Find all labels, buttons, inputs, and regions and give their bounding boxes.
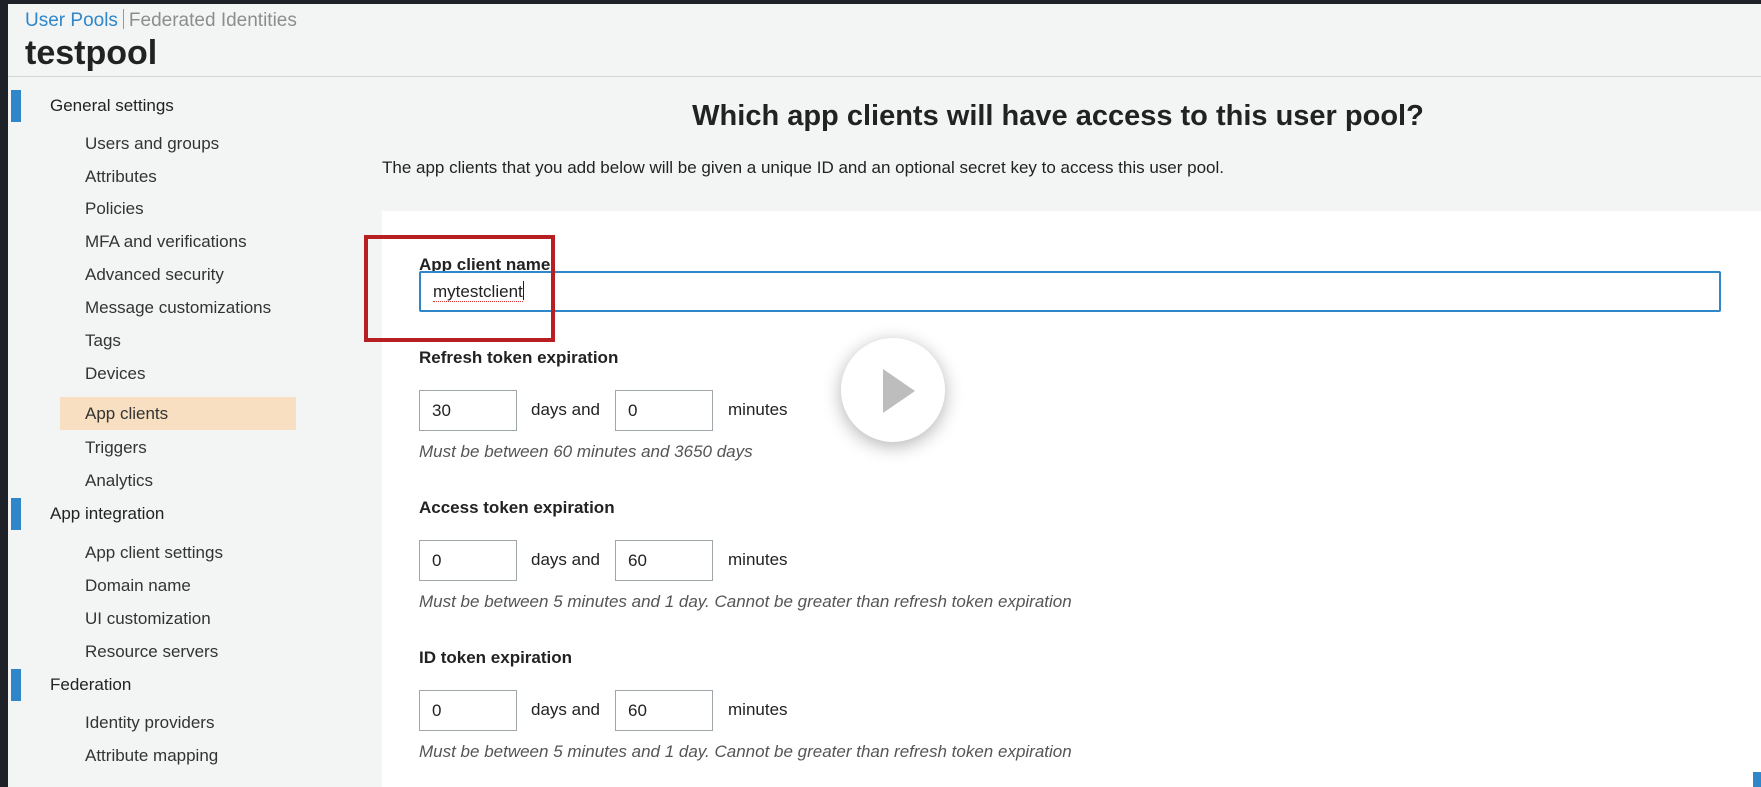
sidebar-item-tags[interactable]: Tags	[85, 331, 121, 351]
play-icon	[883, 369, 915, 413]
sidebar-item-analytics[interactable]: Analytics	[85, 471, 153, 491]
sidebar-item-policies[interactable]: Policies	[85, 199, 144, 219]
tab-user-pools[interactable]: User Pools	[25, 10, 118, 31]
sidebar-item-resource-servers[interactable]: Resource servers	[85, 642, 218, 662]
refresh-token-label: Refresh token expiration	[419, 348, 619, 367]
id-minutes-text: minutes	[728, 700, 788, 719]
section-marker	[11, 90, 21, 122]
sidebar-section-app-integration[interactable]: App integration	[50, 504, 164, 524]
sidebar-section-federation[interactable]: Federation	[50, 675, 131, 695]
sidebar-item-message-customizations[interactable]: Message customizations	[85, 298, 271, 318]
annotation-highlight-box	[364, 235, 555, 342]
section-description: The app clients that you add below will …	[382, 158, 1225, 177]
sidebar-item-devices[interactable]: Devices	[85, 364, 145, 384]
id-token-label: ID token expiration	[419, 648, 573, 667]
access-minutes-text: minutes	[728, 550, 788, 569]
section-heading: Which app clients will have access to th…	[692, 100, 1424, 132]
app-client-name-input[interactable]: mytestclient	[419, 271, 1721, 312]
sidebar-section-general-settings[interactable]: General settings	[50, 96, 174, 116]
refresh-minutes-input[interactable]: 0	[615, 390, 713, 431]
id-token-hint: Must be between 5 minutes and 1 day. Can…	[419, 742, 1072, 761]
tab-federated-identities[interactable]: Federated Identities	[129, 10, 297, 31]
sidebar-item-triggers[interactable]: Triggers	[85, 438, 147, 458]
page-title: testpool	[25, 34, 158, 72]
section-marker	[11, 669, 21, 701]
sidebar-item-mfa[interactable]: MFA and verifications	[85, 232, 247, 252]
access-token-label: Access token expiration	[419, 498, 615, 517]
id-days-text: days and	[531, 700, 600, 719]
access-days-input[interactable]: 0	[419, 540, 517, 581]
app-client-form: App client name mytestclient Refresh tok…	[382, 211, 1761, 787]
sidebar-item-advanced-security[interactable]: Advanced security	[85, 265, 224, 285]
access-minutes-input[interactable]: 60	[615, 540, 713, 581]
tab-divider	[122, 9, 124, 29]
sidebar-item-attribute-mapping[interactable]: Attribute mapping	[85, 746, 218, 766]
refresh-days-input[interactable]: 30	[419, 390, 517, 431]
section-marker	[11, 498, 21, 530]
sidebar-item-ui-customization[interactable]: UI customization	[85, 609, 211, 629]
video-play-button[interactable]	[841, 338, 945, 442]
sidebar: General settings Users and groups Attrib…	[8, 77, 328, 787]
refresh-days-text: days and	[531, 400, 600, 419]
sidebar-item-users-and-groups[interactable]: Users and groups	[85, 134, 219, 154]
cognito-console: User Pools Federated Identities testpool …	[8, 4, 1761, 787]
access-days-text: days and	[531, 550, 600, 569]
refresh-token-hint: Must be between 60 minutes and 3650 days	[419, 442, 753, 461]
sidebar-item-app-clients[interactable]: App clients	[85, 397, 168, 430]
refresh-minutes-text: minutes	[728, 400, 788, 419]
sidebar-item-app-client-settings[interactable]: App client settings	[85, 543, 223, 563]
id-days-input[interactable]: 0	[419, 690, 517, 731]
scroll-edge-marker	[1753, 772, 1761, 787]
sidebar-item-attributes[interactable]: Attributes	[85, 167, 157, 187]
id-minutes-input[interactable]: 60	[615, 690, 713, 731]
access-token-hint: Must be between 5 minutes and 1 day. Can…	[419, 592, 1072, 611]
console-tabs: User Pools Federated Identities	[25, 9, 297, 32]
sidebar-item-identity-providers[interactable]: Identity providers	[85, 713, 214, 733]
sidebar-item-domain-name[interactable]: Domain name	[85, 576, 191, 596]
